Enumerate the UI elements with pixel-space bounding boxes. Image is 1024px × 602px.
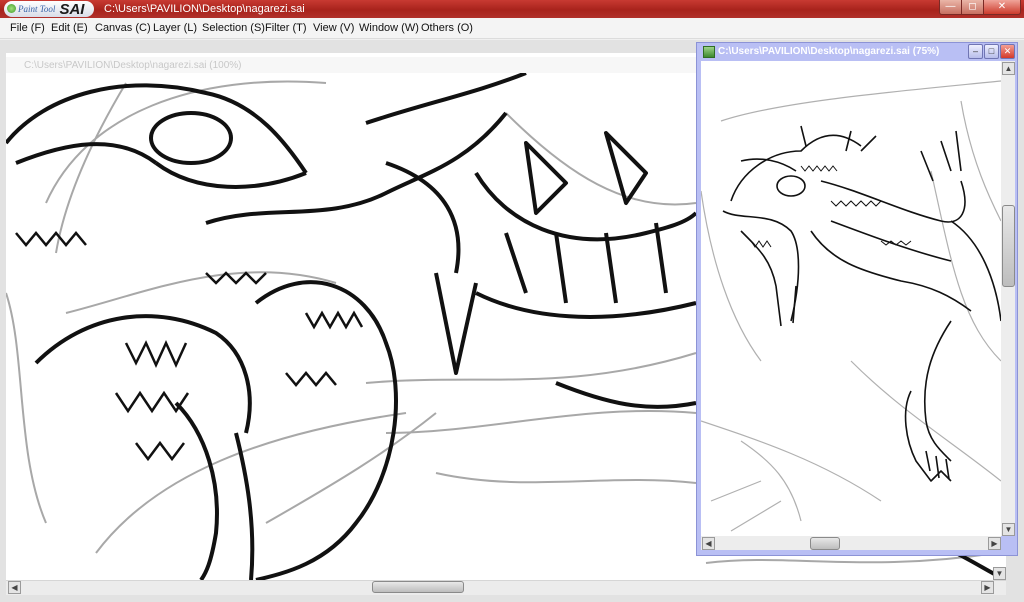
navigator-scroll-up-arrow-icon[interactable]: ▲ [1002,62,1015,75]
navigator-close-button[interactable]: ✕ [1000,44,1015,59]
navigator-minimize-button[interactable]: – [968,44,983,59]
menu-view[interactable]: View (V) [313,22,354,34]
navigator-title: C:\Users\PAVILION\Desktop\nagarezi.sai (… [718,46,940,57]
menu-others[interactable]: Others (O) [421,22,473,34]
menu-edit[interactable]: Edit (E) [51,22,88,34]
navigator-maximize-button[interactable]: □ [984,44,999,59]
navigator-hscrollbar[interactable] [701,536,1001,550]
maximize-button[interactable]: ◻ [961,0,984,15]
navigator-scroll-down-arrow-icon[interactable]: ▼ [1002,523,1015,536]
menu-file[interactable]: File (F) [10,22,45,34]
navigator-app-icon [703,46,715,58]
scroll-right-arrow-icon[interactable]: ▶ [981,581,994,594]
scroll-down-arrow-icon[interactable]: ▼ [993,567,1006,580]
menu-bar: File (F) Edit (E) Canvas (C) Layer (L) S… [0,18,1024,39]
menu-window[interactable]: Window (W) [359,22,419,34]
logo-small-text: Paint Tool [18,4,56,14]
line-art-navigator [701,80,1001,532]
menu-selection[interactable]: Selection (S) [202,22,265,34]
logo-big-text: SAI [59,0,85,18]
menu-layer[interactable]: Layer (L) [153,22,197,34]
navigator-vscrollbar[interactable] [1001,61,1015,536]
logo-ball-icon [7,4,16,13]
menu-filter[interactable]: Filter (T) [265,22,307,34]
scroll-left-arrow-icon[interactable]: ◀ [8,581,21,594]
app-logo: Paint Tool SAI [4,0,94,18]
main-hscroll-thumb[interactable] [372,581,464,593]
navigator-vscroll-thumb[interactable] [1002,205,1015,287]
navigator-hscroll-thumb[interactable] [810,537,840,550]
menu-canvas[interactable]: Canvas (C) [95,22,151,34]
navigator-scroll-left-arrow-icon[interactable]: ◀ [702,537,715,550]
navigator-scroll-right-arrow-icon[interactable]: ▶ [988,537,1001,550]
window-title: C:\Users\PAVILION\Desktop\nagarezi.sai [104,3,305,15]
close-button[interactable]: ✕ [983,0,1021,15]
navigator-canvas[interactable] [701,61,1001,536]
main-hscrollbar[interactable] [6,580,1006,595]
main-canvas-title: C:\Users\PAVILION\Desktop\nagarezi.sai (… [24,60,242,71]
minimize-button[interactable]: — [939,0,962,15]
